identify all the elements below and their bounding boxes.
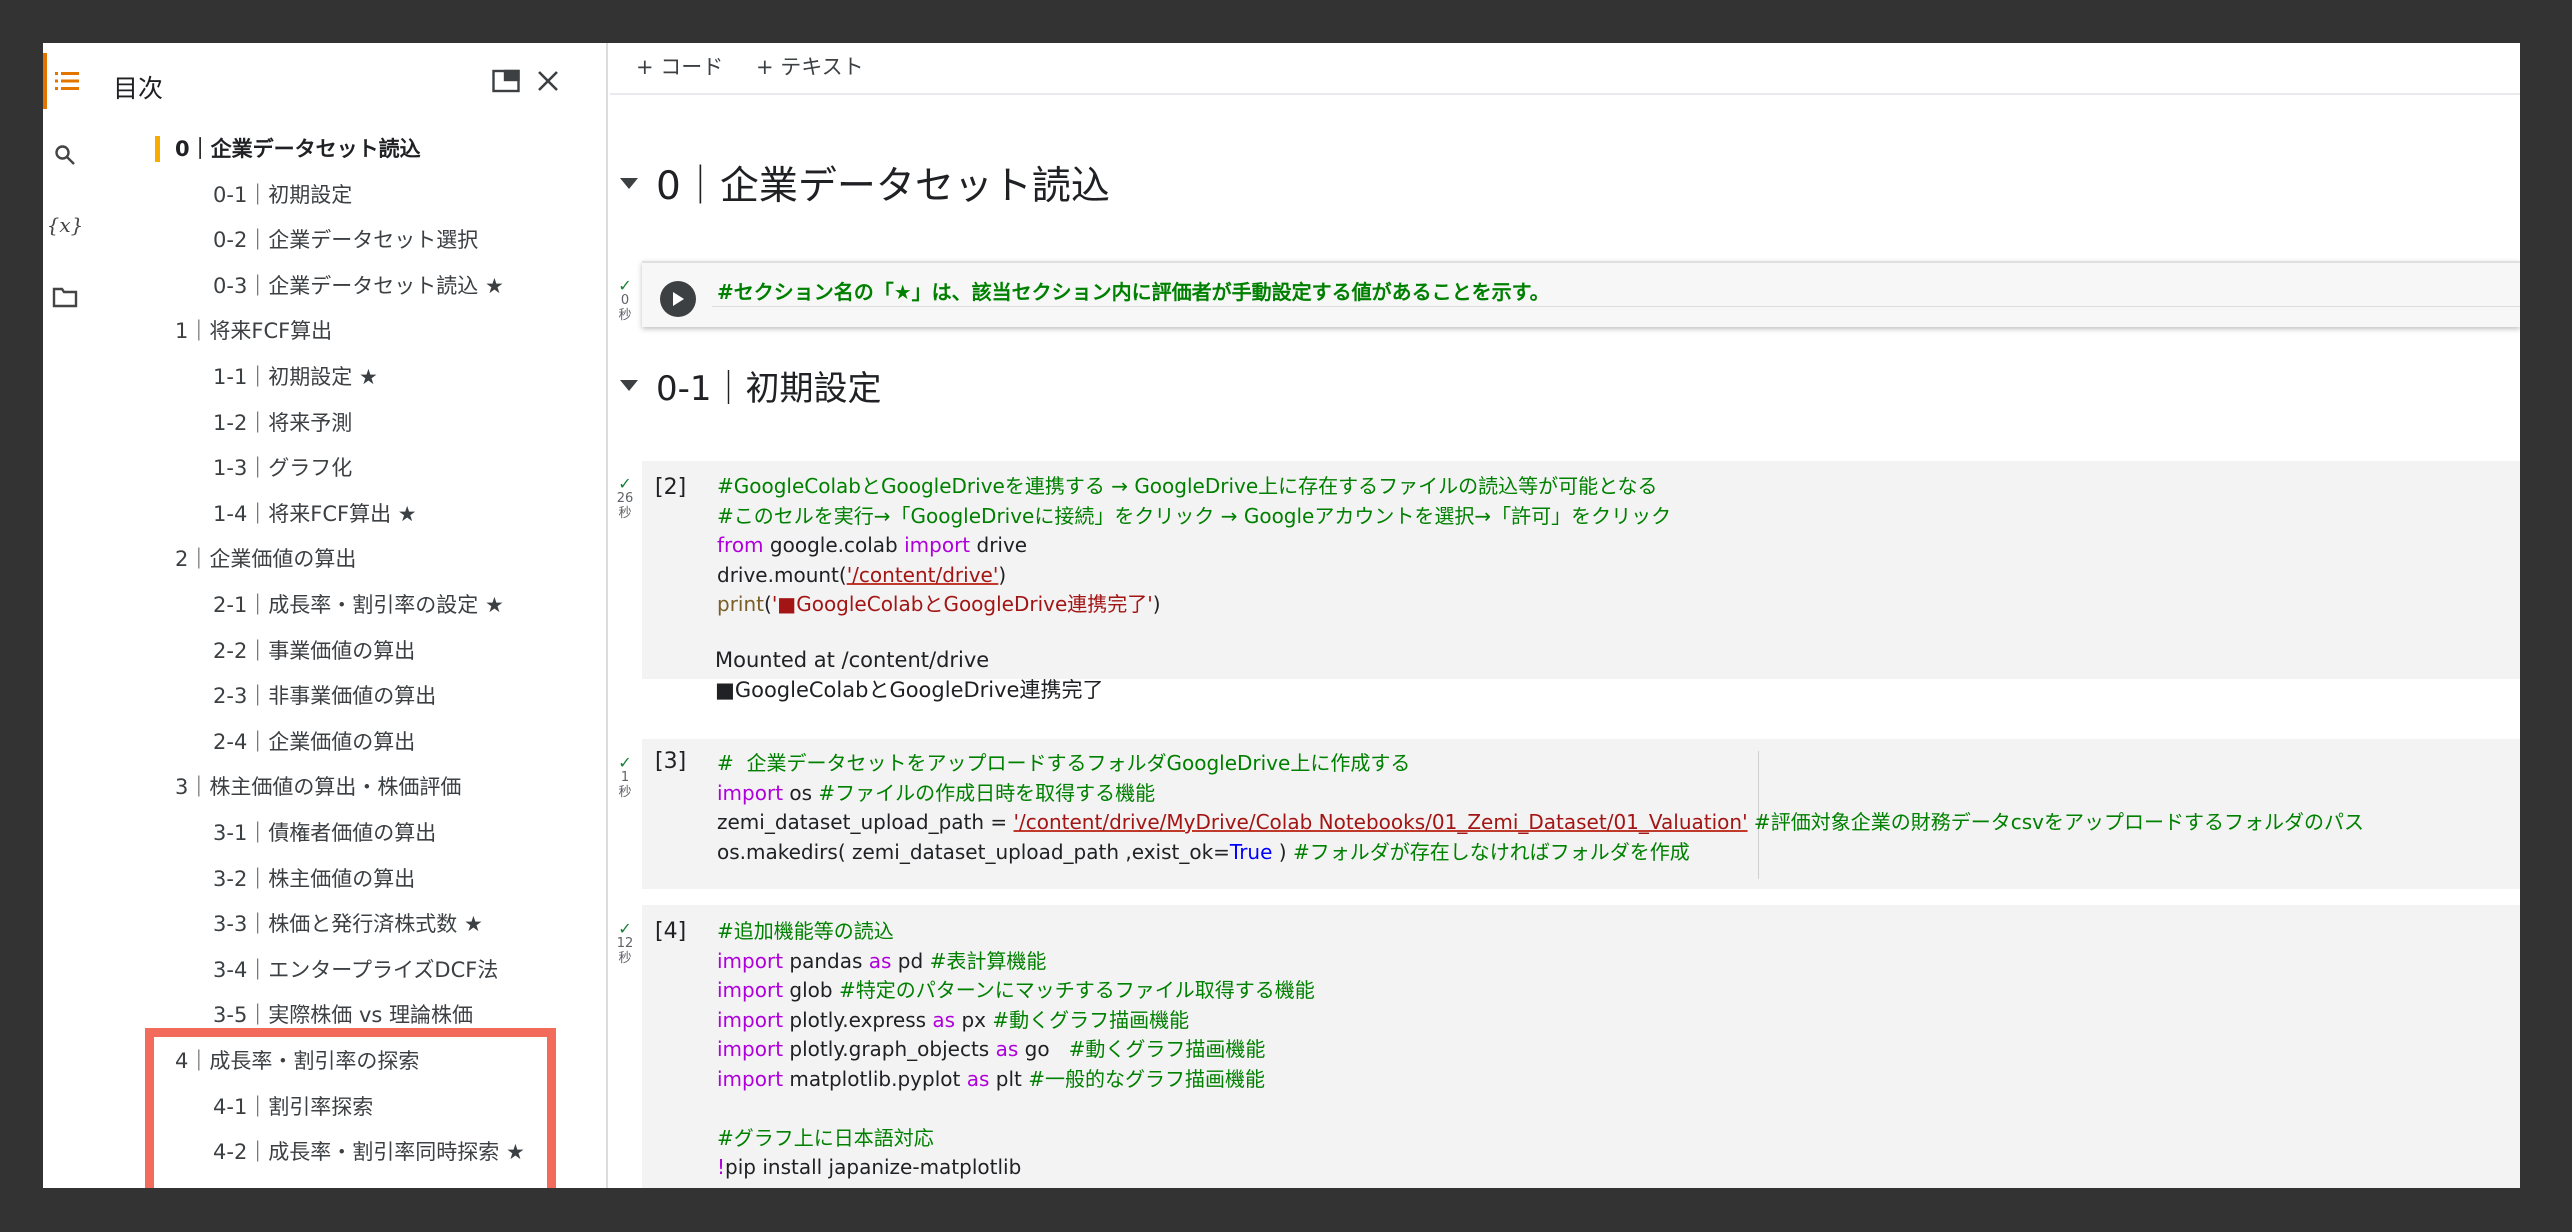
cell-exec-status: ✓ 26 秒 — [614, 474, 636, 522]
section-heading-0-1: 0-1｜初期設定 — [620, 361, 882, 410]
toc-item[interactable]: 1-3｜グラフ化 — [213, 448, 352, 488]
cell-output: Mounted at /content/drive ■GoogleColabとG… — [715, 648, 1104, 702]
toc-item[interactable]: 3-2｜株主価値の算出 — [213, 859, 415, 899]
open-in-window-button[interactable] — [488, 63, 524, 99]
folder-icon — [52, 287, 78, 308]
heading-text: 0-1｜初期設定 — [656, 369, 882, 409]
section-heading-0: 0｜企業データセット読込 — [620, 155, 1110, 211]
toc-header: 目次 — [87, 43, 608, 123]
open-in-window-icon — [492, 69, 520, 93]
toc-item[interactable]: 1-1｜初期設定 ★ — [213, 357, 378, 397]
toc-panel: 目次 0｜企業データセット読込 0-1｜初期設定 0-2｜企業データセット選択 0-3… — [87, 43, 608, 1188]
cell-exec-status: ✓ 12 秒 — [614, 919, 636, 967]
toc-item[interactable]: 2-1｜成長率・割引率の設定 ★ — [213, 585, 504, 625]
toc-item[interactable]: 3｜株主価値の算出・株価評価 — [175, 767, 461, 807]
code-cell-note[interactable]: #セクション名の「★」は、該当セクション内に評価者が手動設定する値があることを示… — [642, 261, 2520, 327]
check-icon: ✓ — [618, 276, 632, 295]
toc-item[interactable]: 2-3｜非事業価値の算出 — [213, 676, 436, 716]
toc-item[interactable]: 0-1｜初期設定 — [213, 175, 352, 215]
toc-item[interactable]: 2-4｜企業価値の算出 — [213, 722, 415, 762]
heading-text: 0｜企業データセット読込 — [656, 164, 1110, 209]
search-icon — [55, 145, 75, 165]
variables-icon: {x} — [46, 213, 84, 237]
search-rail-button[interactable] — [43, 127, 87, 183]
toc-item[interactable]: 3-1｜債権者価値の算出 — [213, 813, 436, 853]
toc-title: 目次 — [113, 74, 164, 103]
check-icon: ✓ — [618, 753, 632, 772]
toc-item[interactable]: 2｜企業価値の算出 — [175, 539, 356, 579]
cell-exec-status: ✓ 0 秒 — [614, 276, 636, 324]
add-text-button[interactable]: + テキスト — [756, 49, 864, 85]
toc-item[interactable]: 3-3｜株価と発行済株式数 ★ — [213, 904, 483, 944]
code-text: # 企業データセットをアップロードするフォルダGoogleDrive上に作成する… — [717, 751, 2364, 864]
notebook-main: + コード + テキスト 0｜企業データセット読込 ✓ 0 秒 #セクション名の… — [610, 43, 2520, 1188]
exec-count: [2] — [655, 475, 687, 500]
toc-rail-button[interactable] — [43, 53, 87, 109]
toc-item[interactable]: 1｜将来FCF算出 — [175, 311, 332, 351]
collapse-caret-icon[interactable] — [620, 177, 638, 189]
toc-item[interactable]: 1-4｜将来FCF算出 ★ — [213, 494, 417, 534]
check-icon: ✓ — [618, 919, 632, 938]
colab-window: {x} 目次 0｜企業データセット読込 0-1｜初期設定 0-2｜企業データセッ… — [43, 43, 2520, 1188]
files-rail-button[interactable] — [43, 269, 87, 325]
code-text: #GoogleColabとGoogleDriveを連携する → GoogleDr… — [717, 474, 1672, 616]
close-icon — [538, 71, 558, 91]
check-icon: ✓ — [618, 474, 632, 493]
code-cell-4[interactable]: [4] #追加機能等の読込 import pandas as pd #表計算機能… — [642, 905, 2520, 1188]
code-text: #追加機能等の読込 import pandas as pd #表計算機能 imp… — [717, 919, 1315, 1179]
active-section-marker — [155, 136, 160, 162]
cell-exec-status: ✓ 1 秒 — [614, 753, 636, 801]
exec-count: [3] — [655, 749, 687, 774]
run-cell-button[interactable] — [660, 281, 696, 317]
highlight-box — [145, 1028, 556, 1188]
notebook-toolbar: + コード + テキスト — [610, 43, 2520, 95]
toc-item[interactable]: 0-2｜企業データセット選択 — [213, 220, 478, 260]
toc-item[interactable]: 1-2｜将来予測 — [213, 403, 352, 443]
toc-item[interactable]: 0｜企業データセット読込 — [175, 129, 421, 169]
code-cell-3[interactable]: [3] # 企業データセットをアップロードするフォルダGoogleDrive上に… — [642, 739, 2520, 889]
toc-item[interactable]: 2-2｜事業価値の算出 — [213, 631, 415, 671]
toc-item[interactable]: 3-4｜エンタープライズDCF法 — [213, 950, 498, 990]
close-toc-button[interactable] — [528, 61, 568, 101]
add-code-button[interactable]: + コード — [636, 49, 723, 85]
toc-item[interactable]: 0-3｜企業データセット読込 ★ — [213, 266, 504, 306]
toc-icon — [55, 72, 79, 90]
variables-rail-button[interactable]: {x} — [43, 197, 87, 253]
side-rail: {x} — [43, 43, 87, 1188]
exec-count: [4] — [655, 919, 687, 944]
run-icon — [673, 292, 684, 306]
collapse-caret-icon[interactable] — [620, 380, 638, 391]
code-text: #セクション名の「★」は、該当セクション内に評価者が手動設定する値があることを示… — [717, 280, 1550, 304]
